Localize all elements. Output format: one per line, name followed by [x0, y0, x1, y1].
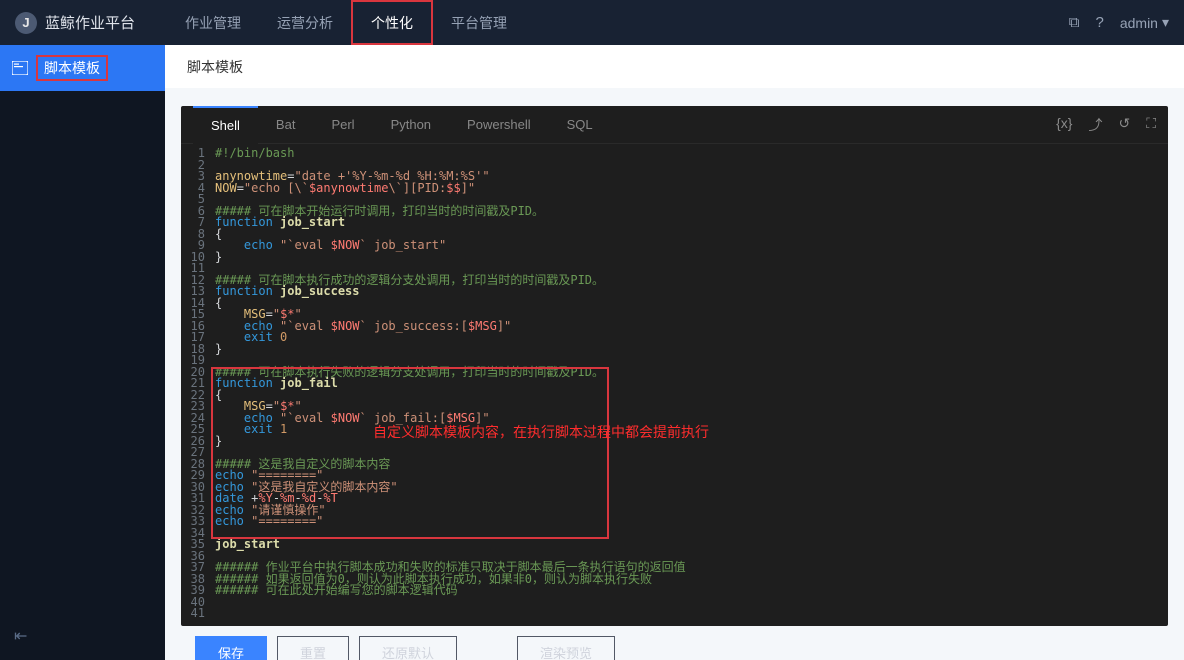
- chevron-down-icon: ▾: [1162, 14, 1169, 31]
- editor-tab[interactable]: Python: [373, 106, 449, 144]
- top-nav-item[interactable]: 作业管理: [167, 0, 259, 45]
- render-preview-button[interactable]: 渲染预览: [517, 636, 615, 660]
- collapse-sidebar-icon[interactable]: ⇤: [14, 626, 27, 646]
- code-line[interactable]: [215, 608, 1168, 620]
- code-line[interactable]: ##### 可在脚本执行失败的逻辑分支处调用，打印当时的时间戳及PID。: [215, 367, 1168, 379]
- top-bar: J 蓝鲸作业平台 作业管理运营分析个性化平台管理 ⧉ ? admin ▾: [0, 0, 1184, 45]
- code-line[interactable]: echo "请谨慎操作": [215, 505, 1168, 517]
- button-row: 保存 重置 还原默认 渲染预览: [181, 626, 1168, 660]
- code-line[interactable]: exit 0: [215, 332, 1168, 344]
- editor-tools: {x} ⤴ ↺ ⛶: [1056, 115, 1156, 135]
- sidebar: 脚本模板: [0, 45, 165, 660]
- help-icon[interactable]: ?: [1095, 14, 1103, 31]
- code-line[interactable]: date +%Y-%m-%d-%T: [215, 493, 1168, 505]
- sidebar-item-label: 脚本模板: [36, 55, 108, 81]
- editor-tab[interactable]: Powershell: [449, 106, 549, 144]
- code-line[interactable]: NOW="echo [\`$anynowtime\`][PID:$$]": [215, 183, 1168, 195]
- top-nav-item[interactable]: 运营分析: [259, 0, 351, 45]
- code-line[interactable]: echo "========": [215, 516, 1168, 528]
- editor-wrap: ShellBatPerlPythonPowershellSQL {x} ⤴ ↺ …: [165, 88, 1184, 660]
- code-line[interactable]: function job_success: [215, 286, 1168, 298]
- user-dropdown[interactable]: admin ▾: [1120, 14, 1169, 31]
- editor-tab[interactable]: SQL: [549, 106, 611, 144]
- code-line[interactable]: echo "这是我自定义的脚本内容": [215, 482, 1168, 494]
- top-nav-item[interactable]: 平台管理: [433, 0, 525, 45]
- editor-tab[interactable]: Shell: [193, 106, 258, 144]
- code-editor: ShellBatPerlPythonPowershellSQL {x} ⤴ ↺ …: [181, 106, 1168, 626]
- user-label: admin: [1120, 15, 1158, 31]
- reset-button[interactable]: 重置: [277, 636, 349, 660]
- code-line[interactable]: echo "`eval $NOW` job_success:[$MSG]": [215, 321, 1168, 333]
- code-line[interactable]: function job_fail: [215, 378, 1168, 390]
- editor-tabs: ShellBatPerlPythonPowershellSQL {x} ⤴ ↺ …: [181, 106, 1168, 144]
- variable-icon[interactable]: {x}: [1056, 115, 1072, 135]
- main: 脚本模板 ShellBatPerlPythonPowershellSQL {x}…: [165, 45, 1184, 660]
- code-line[interactable]: [215, 597, 1168, 609]
- code-line[interactable]: }: [215, 252, 1168, 264]
- upload-icon[interactable]: ⤴: [1088, 115, 1102, 135]
- code-line[interactable]: }: [215, 436, 1168, 448]
- code-line[interactable]: }: [215, 344, 1168, 356]
- restore-default-button[interactable]: 还原默认: [359, 636, 457, 660]
- code-content[interactable]: 自定义脚本模板内容，在执行脚本过程中都会提前执行 #!/bin/bash any…: [215, 148, 1168, 626]
- code-line[interactable]: exit 1: [215, 424, 1168, 436]
- page-title: 脚本模板: [187, 57, 243, 77]
- history-icon[interactable]: ↺: [1118, 115, 1130, 135]
- editor-tab[interactable]: Perl: [313, 106, 372, 144]
- gutter: 1234567891011121314151617181920212223242…: [181, 148, 215, 626]
- code-line[interactable]: echo "`eval $NOW` job_fail:[$MSG]": [215, 413, 1168, 425]
- code-line[interactable]: [215, 528, 1168, 540]
- top-nav: 作业管理运营分析个性化平台管理: [167, 0, 525, 45]
- code-line[interactable]: {: [215, 298, 1168, 310]
- logo-icon: J: [15, 12, 37, 34]
- app-switch-icon[interactable]: ⧉: [1069, 14, 1080, 31]
- code-line[interactable]: ##### 这是我自定义的脚本内容: [215, 459, 1168, 471]
- top-right: ⧉ ? admin ▾: [1069, 14, 1169, 31]
- brand-name: 蓝鲸作业平台: [45, 12, 135, 33]
- code-line[interactable]: {: [215, 390, 1168, 402]
- code-area[interactable]: 1234567891011121314151617181920212223242…: [181, 144, 1168, 626]
- code-line[interactable]: job_start: [215, 539, 1168, 551]
- code-line[interactable]: function job_start: [215, 217, 1168, 229]
- code-line[interactable]: ###### 可在此处开始编写您的脚本逻辑代码: [215, 585, 1168, 597]
- sidebar-item-script-template[interactable]: 脚本模板: [0, 45, 165, 91]
- fullscreen-icon[interactable]: ⛶: [1146, 115, 1156, 135]
- template-icon: [12, 61, 28, 75]
- logo-area: J 蓝鲸作业平台: [15, 12, 167, 34]
- page-title-bar: 脚本模板: [165, 45, 1184, 88]
- editor-tab[interactable]: Bat: [258, 106, 314, 144]
- code-line[interactable]: #!/bin/bash: [215, 148, 1168, 160]
- code-line[interactable]: ##### 可在脚本开始运行时调用，打印当时的时间戳及PID。: [215, 206, 1168, 218]
- top-nav-item[interactable]: 个性化: [351, 0, 433, 45]
- save-button[interactable]: 保存: [195, 636, 267, 660]
- code-line[interactable]: echo "`eval $NOW` job_start": [215, 240, 1168, 252]
